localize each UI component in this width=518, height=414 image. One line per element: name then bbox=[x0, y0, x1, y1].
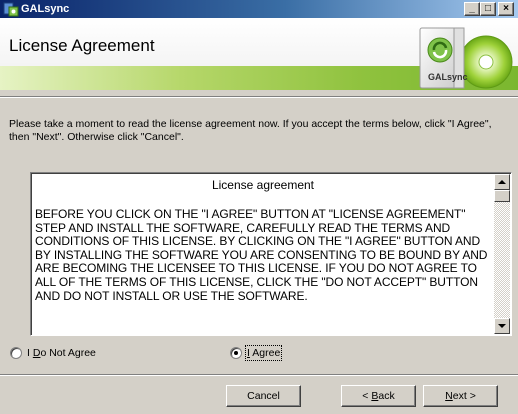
scroll-up-icon bbox=[498, 180, 506, 184]
back-button[interactable]: < Back bbox=[341, 385, 416, 407]
license-scrollbar[interactable] bbox=[494, 174, 510, 334]
i-agree-label: I Agree bbox=[244, 345, 283, 361]
license-content: License agreement BEFORE YOU CLICK ON TH… bbox=[35, 177, 491, 303]
maximize-icon: □ bbox=[484, 3, 492, 14]
radio-selected-dot bbox=[234, 351, 238, 355]
close-icon: × bbox=[503, 3, 509, 14]
next-button[interactable]: Next > bbox=[423, 385, 498, 407]
scroll-down-button[interactable] bbox=[494, 318, 510, 334]
scroll-thumb[interactable] bbox=[494, 190, 510, 202]
minimize-icon: _ bbox=[469, 3, 475, 14]
scroll-up-button[interactable] bbox=[494, 174, 510, 190]
window-title: GALsync bbox=[21, 3, 70, 15]
do-not-agree-label: I Do Not Agree bbox=[27, 347, 96, 359]
header-separator bbox=[0, 96, 518, 98]
radio-button-icon[interactable] bbox=[230, 347, 242, 359]
footer-separator bbox=[0, 374, 518, 376]
instructions-text: Please take a moment to read the license… bbox=[9, 118, 492, 143]
app-icon bbox=[3, 2, 19, 17]
license-heading: License agreement bbox=[211, 178, 315, 192]
scroll-down-icon bbox=[498, 324, 506, 328]
galsync-logo-icon: GALsync bbox=[419, 27, 513, 89]
close-button[interactable]: × bbox=[498, 2, 514, 16]
license-textbox[interactable]: License agreement BEFORE YOU CLICK ON TH… bbox=[30, 172, 512, 336]
do-not-agree-radio[interactable]: I Do Not Agree bbox=[10, 345, 96, 361]
logo-text: GALsync bbox=[428, 72, 468, 82]
i-agree-radio[interactable]: I Agree bbox=[230, 345, 283, 361]
maximize-button[interactable]: □ bbox=[480, 2, 496, 16]
title-bar[interactable]: GALsync _ □ × bbox=[0, 0, 518, 18]
cancel-button[interactable]: Cancel bbox=[226, 385, 301, 407]
minimize-button[interactable]: _ bbox=[464, 2, 480, 16]
page-title: License Agreement bbox=[9, 36, 155, 55]
license-body: BEFORE YOU CLICK ON THE "I AGREE" BUTTON… bbox=[35, 207, 488, 303]
radio-button-icon[interactable] bbox=[10, 347, 22, 359]
